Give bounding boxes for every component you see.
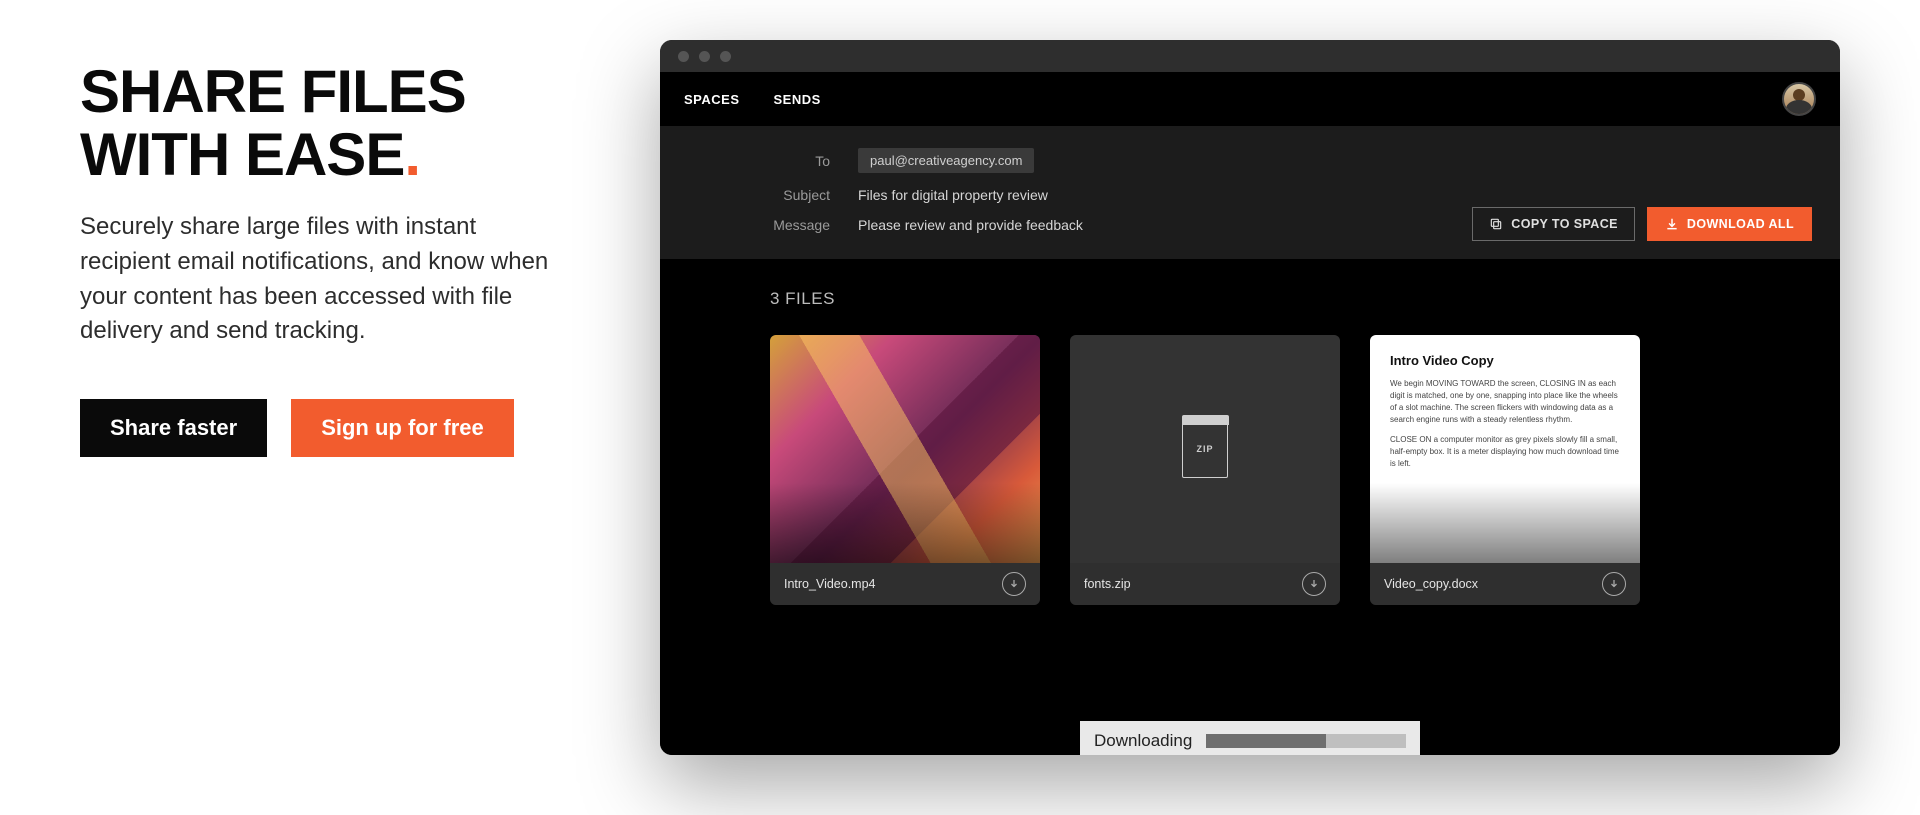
doc-preview-paragraph: We begin MOVING TOWARD the screen, CLOSI… <box>1390 378 1620 426</box>
progress-label: Downloading <box>1094 731 1192 751</box>
file-download-button[interactable] <box>1002 572 1026 596</box>
files-area: 3 FILES Intro_Video.mp4 <box>660 259 1840 755</box>
file-download-button[interactable] <box>1302 572 1326 596</box>
headline-line1: SHARE FILES <box>80 58 466 125</box>
files-heading: 3 FILES <box>770 289 1730 309</box>
download-icon <box>1008 578 1020 590</box>
to-chip[interactable]: paul@creativeagency.com <box>858 148 1034 173</box>
subject-label: Subject <box>688 187 858 203</box>
download-icon <box>1308 578 1320 590</box>
file-card[interactable]: Intro_Video.mp4 <box>770 335 1040 605</box>
file-card[interactable]: ZIP fonts.zip <box>1070 335 1340 605</box>
window-max-dot[interactable] <box>720 51 731 62</box>
avatar[interactable] <box>1782 82 1816 116</box>
download-all-button[interactable]: DOWNLOAD ALL <box>1647 207 1812 241</box>
file-name: fonts.zip <box>1084 577 1131 591</box>
file-download-button[interactable] <box>1602 572 1626 596</box>
tab-sends[interactable]: SENDS <box>774 92 821 107</box>
file-thumbnail: ZIP <box>1070 335 1340 563</box>
share-faster-button[interactable]: Share faster <box>80 399 267 457</box>
copy-to-space-label: COPY TO SPACE <box>1511 217 1618 231</box>
headline-dot: . <box>404 121 420 188</box>
file-name: Video_copy.docx <box>1384 577 1478 591</box>
doc-preview-title: Intro Video Copy <box>1390 353 1620 368</box>
app-nav: SPACES SENDS <box>660 72 1840 126</box>
copy-icon <box>1489 217 1503 231</box>
message-value[interactable]: Please review and provide feedback <box>858 217 1083 233</box>
to-label: To <box>688 153 858 169</box>
hero-subhead: Securely share large files with instant … <box>80 210 560 349</box>
file-thumbnail: Intro Video Copy We begin MOVING TOWARD … <box>1370 335 1640 563</box>
app-window: SPACES SENDS To paul@creativeagency.com … <box>660 40 1840 755</box>
subject-value[interactable]: Files for digital property review <box>858 187 1048 203</box>
send-form: To paul@creativeagency.com Subject Files… <box>660 126 1840 259</box>
progress-bar <box>1206 734 1406 748</box>
hero-headline: SHARE FILES WITH EASE. <box>80 60 580 186</box>
signup-button[interactable]: Sign up for free <box>291 399 514 457</box>
message-label: Message <box>688 217 858 233</box>
tab-spaces[interactable]: SPACES <box>684 92 740 107</box>
download-progress-popup: Downloading <box>1080 721 1420 755</box>
window-min-dot[interactable] <box>699 51 710 62</box>
file-name: Intro_Video.mp4 <box>784 577 876 591</box>
download-icon <box>1665 217 1679 231</box>
copy-to-space-button[interactable]: COPY TO SPACE <box>1472 207 1635 241</box>
progress-fill <box>1206 734 1326 748</box>
download-all-label: DOWNLOAD ALL <box>1687 217 1794 231</box>
zip-icon: ZIP <box>1182 420 1228 478</box>
doc-preview-paragraph: CLOSE ON a computer monitor as grey pixe… <box>1390 434 1620 470</box>
headline-line2: WITH EASE <box>80 121 404 188</box>
window-titlebar <box>660 40 1840 72</box>
zip-badge: ZIP <box>1196 444 1213 454</box>
file-card[interactable]: Intro Video Copy We begin MOVING TOWARD … <box>1370 335 1640 605</box>
file-thumbnail <box>770 335 1040 563</box>
window-close-dot[interactable] <box>678 51 689 62</box>
download-icon <box>1608 578 1620 590</box>
